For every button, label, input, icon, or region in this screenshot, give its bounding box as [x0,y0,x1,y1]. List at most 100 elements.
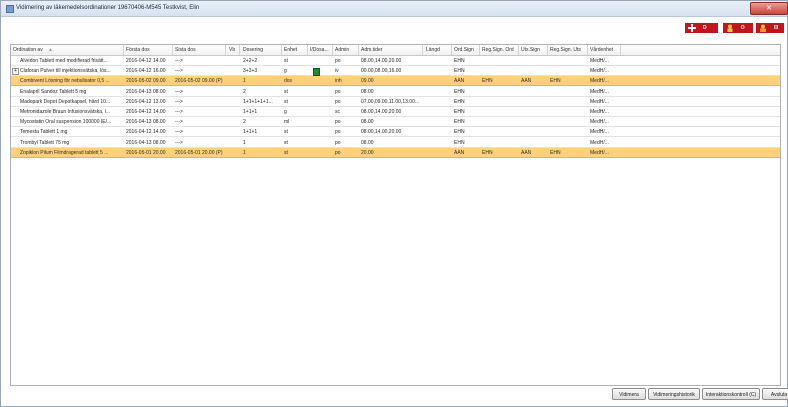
cell-name: Enalapril Sandoz Tablett 5 mg [20,88,87,95]
cell-last: ---> [175,129,183,136]
interaktionskontroll-button[interactable]: Interaktionskontroll (C) [702,388,760,400]
cell-ordsign: EHN [454,98,465,105]
table-row[interactable]: Madopark Depot Depotkapsel, hård 10... 20… [11,97,780,107]
table-row[interactable]: Metronidazole Braun Infusionsvätska, l..… [11,107,780,117]
table-row[interactable]: + Claforan Pulver till injektionsvätska, … [11,66,780,77]
cell-dosering: 1+1+1 [243,109,258,115]
cell-first: 2016-04-13 08.00 [126,119,166,126]
col-enhet[interactable]: Enhet [284,47,297,53]
cell-dosering: 3+3+3 [243,68,258,75]
cell-dosering: 2 [243,88,246,95]
table-row[interactable]: Alvedon Tablett med modifierad frisätt..… [11,56,780,66]
cell-tider: 08.00 [361,139,374,146]
cell-tider: 08.00 [361,88,374,95]
cell-tider: 09.00 [361,78,374,85]
cell-tider: 08.00 [361,119,374,126]
cell-enhet: g [284,68,287,75]
close-button[interactable]: ✕ [750,2,788,15]
cell-name: Temesta Tablett 1 mg [20,129,68,136]
col-langd[interactable]: Längd [426,47,440,53]
cell-name: Zopiklon Pilum Filmdragerad tablett 5 ..… [20,149,109,156]
col-idosa[interactable]: I/Dosa... [310,47,329,53]
table-row[interactable]: Zopiklon Pilum Filmdragerad tablett 5 ..… [11,147,780,158]
avsluta-button[interactable]: Avsluta [762,388,788,400]
vidimera-button[interactable]: Vidimera [612,388,646,400]
cell-enhet: st [284,139,288,146]
table-row[interactable]: Temesta Tablett 1 mg 2016-04-12 14.00 --->… [11,127,780,138]
cell-dosering: 2 [243,119,246,126]
cell-name: Combivent Lösning för nebulisator 0,5 ..… [20,78,110,85]
sort-icon: ▲ [48,47,53,53]
cell-last: ---> [175,119,183,126]
cell-first: 2016-05-02 09.00 [126,78,166,85]
table-row[interactable]: Mycostatin Oral suspension 100000 IE/...… [11,117,780,128]
cell-first: 2016-04-12 16.00 [126,68,166,75]
cell-ordsign: EHN [454,109,465,115]
footer-toolbar: Vidimera Vidimeringshistorik Interaktion… [10,386,788,406]
cell-enhet: st [284,149,288,156]
allergy-status-button[interactable]: D [685,23,718,33]
cell-enhet: dos [284,78,293,85]
expand-icon[interactable]: + [12,68,19,76]
cell-dosering: 1 [243,78,246,85]
cell-last: ---> [175,98,183,105]
col-reg-sign-uts[interactable]: Reg.Sign. Uts [550,47,581,53]
cell-last: ---> [175,109,183,115]
cell-ordsign: EHN [454,58,465,64]
cell-enhet: st [284,88,288,95]
cell-first: 2016-04-12 14.00 [126,58,166,64]
table-row[interactable]: Combivent Lösning för nebulisator 0,5 ..… [11,76,780,87]
cell-enhet: st [284,129,288,136]
cell-admin: sc [335,109,340,115]
cell-last: ---> [175,68,183,75]
col-reg-sign-ord[interactable]: Reg.Sign. Ord [482,47,514,53]
col-ordination[interactable]: Ordination av [13,47,43,53]
status-label: III [774,25,779,31]
col-vardenhet[interactable]: Vårdenhet [590,47,613,53]
cell-reguts: EHN [550,78,561,85]
col-adm-tider[interactable]: Adm.tider [361,47,382,53]
table-row[interactable]: Enalapril Sandoz Tablett 5 mg 2016-04-13 … [11,87,780,97]
cell-last: ---> [175,88,183,95]
cell-vard: MedH/... [590,68,609,75]
title-bar: Vidimering av läkemedelsordinationer 196… [1,1,788,17]
cell-admin: po [335,149,341,156]
vidimeringshistorik-button[interactable]: Vidimeringshistorik [648,388,700,400]
cell-ordsign: EHN [454,88,465,95]
cell-tider: 20.00 [361,149,374,156]
col-ord-sign[interactable]: Ord.Sign [454,47,474,53]
orders-table: Ordination av ▲ Första dos Sista dos Vb … [10,44,781,386]
cell-first: 2016-04-13 08.00 [126,88,166,95]
cell-ordsign: AAN [454,149,465,156]
col-vb[interactable]: Vb [229,47,235,53]
col-admin[interactable]: Admin [335,47,349,53]
cell-first: 2016-05-01 20.00 [126,149,166,156]
dosage-flag-icon [313,68,320,77]
col-uts-sign[interactable]: Uts.Sign [521,47,540,53]
table-row[interactable]: Trombyl Tablett 75 mg 2016-04-13 08.00 ---… [11,138,780,148]
cell-dosering: 1+1+1 [243,129,258,136]
cell-enhet: ml [284,119,290,126]
cell-tider: 08.00,14.00,20.00 [361,58,402,64]
alert-status-button[interactable]: III [756,23,784,33]
warning-person-icon [727,24,733,32]
warning-status-button[interactable]: D [723,23,753,33]
cell-name: Madopark Depot Depotkapsel, hård 10... [20,98,111,105]
cell-ordsign: AAN [454,78,465,85]
col-dosering[interactable]: Dosering [243,47,263,53]
app-icon [6,5,14,13]
cell-last: 2016-05-02 09.00 (P) [175,78,223,85]
cell-enhet: st [284,98,288,105]
col-sista-dos[interactable]: Sista dos [175,47,196,53]
cell-admin: po [335,139,341,146]
cell-name: Trombyl Tablett 75 mg [20,139,70,146]
cell-name: Mycostatin Oral suspension 100000 IE/... [20,119,112,126]
cell-last: ---> [175,139,183,146]
cell-vard: MedH/... [590,88,609,95]
person-alert-icon [760,24,766,32]
cell-vard: MedH/... [590,78,609,85]
col-forsta-dos[interactable]: Första dos [126,47,150,53]
cell-ordsign: EHN [454,68,465,75]
status-label: D [741,25,745,31]
cell-ordsign: EHN [454,139,465,146]
